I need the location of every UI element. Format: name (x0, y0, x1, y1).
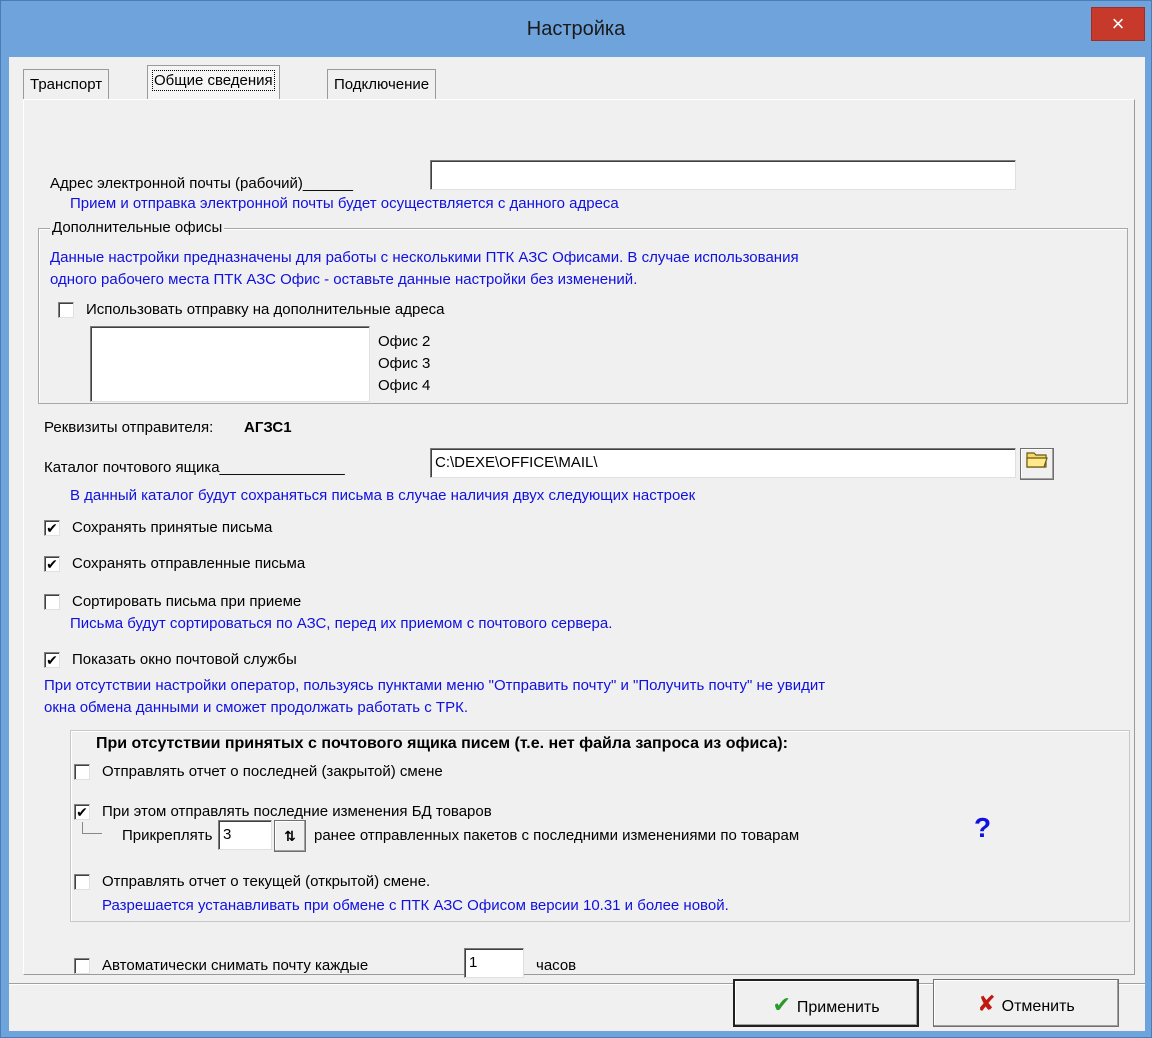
tab-general[interactable]: Общие сведения (147, 65, 280, 101)
attach-count-input[interactable]: 3 (218, 820, 272, 850)
browse-folder-button[interactable] (1020, 448, 1054, 480)
cross-icon: ✘ (977, 991, 996, 1016)
additional-offices-title: Дополнительные офисы (50, 218, 225, 238)
checkmark-icon: ✔ (772, 992, 791, 1017)
attach-label: Прикреплять (122, 827, 213, 844)
show-mail-window-label: Показать окно почтовой службы (72, 651, 297, 668)
attach-suffix-label: ранее отправленных пакетов с последними … (314, 827, 800, 844)
mailbox-hint: В данный каталог будут сохраняться письм… (70, 487, 696, 504)
auto-fetch-label: Автоматически снимать почту каждые (102, 957, 369, 974)
save-received-label: Сохранять принятые письма (72, 519, 273, 536)
close-button[interactable]: × (1091, 7, 1145, 41)
use-extra-addresses-checkbox[interactable] (58, 302, 74, 318)
sender-value: АГЗС1 (244, 419, 292, 436)
send-last-shift-checkbox[interactable] (74, 764, 90, 780)
folder-icon (1026, 452, 1048, 468)
show-hint-line2: окна обмена данными и сможет продолжать … (44, 699, 468, 716)
window-title: Настройка (526, 18, 626, 40)
use-extra-addresses-label: Использовать отправку на дополнительные … (86, 301, 445, 318)
offices-info-line1: Данные настройки предназначены для работ… (50, 249, 799, 266)
office-2-label: Офис 2 (378, 333, 431, 350)
cancel-button[interactable]: ✘ Отменить (933, 979, 1119, 1027)
tab-panel-general: Адрес электронной почты (рабочий)______ … (23, 99, 1135, 978)
send-current-shift-label: Отправлять отчет о текущей (открытой) см… (102, 873, 431, 890)
save-sent-label: Сохранять отправленные письма (72, 555, 306, 572)
send-current-shift-checkbox[interactable] (74, 874, 90, 890)
office-3-label: Офис 3 (378, 355, 431, 372)
settings-window: Настройка × Транспорт Общие сведения Под… (0, 0, 1152, 1038)
auto-fetch-unit: часов (536, 957, 577, 974)
show-mail-window-checkbox[interactable]: ✔ (44, 652, 60, 668)
spin-arrows-icon: ⇅ (284, 828, 296, 844)
sort-hint: Письма будут сортироваться по АЗС, перед… (70, 615, 613, 632)
sender-label: Реквизиты отправителя: (44, 419, 214, 436)
tab-connection[interactable]: Подключение (327, 69, 437, 101)
send-db-changes-label: При этом отправлять последние изменения … (102, 803, 492, 820)
tab-transport[interactable]: Транспорт (23, 69, 110, 101)
auto-fetch-checkbox[interactable] (74, 958, 90, 974)
save-received-checkbox[interactable]: ✔ (44, 520, 60, 536)
no-mail-heading: При отсутствии принятых с почтового ящик… (96, 735, 788, 752)
attach-count-spinner[interactable]: ⇅ (274, 820, 306, 852)
auto-fetch-interval-input[interactable]: 1 (464, 948, 524, 978)
email-label: Адрес электронной почты (рабочий)______ (50, 175, 353, 192)
mailbox-path-input[interactable]: C:\DEXE\OFFICE\MAIL\ (430, 448, 1016, 478)
save-sent-checkbox[interactable]: ✔ (44, 556, 60, 572)
help-icon[interactable]: ? (974, 814, 991, 842)
title-bar[interactable]: Настройка × (1, 1, 1151, 57)
office-4-label: Офис 4 (378, 377, 431, 394)
extra-addresses-list[interactable] (90, 326, 370, 402)
offices-info-line2: одного рабочего места ПТК АЗС Офис - ост… (50, 271, 638, 288)
tree-connector (82, 822, 102, 834)
send-last-shift-label: Отправлять отчет о последней (закрытой) … (102, 763, 443, 780)
email-hint: Прием и отправка электронной почты будет… (70, 195, 619, 212)
dialog-client: Транспорт Общие сведения Подключение Адр… (9, 57, 1145, 1031)
show-hint-line1: При отсутствии настройки оператор, польз… (44, 677, 826, 694)
apply-button[interactable]: ✔ Применить (733, 979, 919, 1027)
current-shift-hint: Разрешается устанавливать при обмене с П… (102, 897, 729, 914)
send-db-changes-checkbox[interactable]: ✔ (74, 804, 90, 820)
sort-on-receive-checkbox[interactable] (44, 594, 60, 610)
sort-on-receive-label: Сортировать письма при приеме (72, 593, 302, 610)
mailbox-label: Каталог почтового ящика_______________ (44, 459, 345, 476)
email-input[interactable] (430, 160, 1016, 190)
